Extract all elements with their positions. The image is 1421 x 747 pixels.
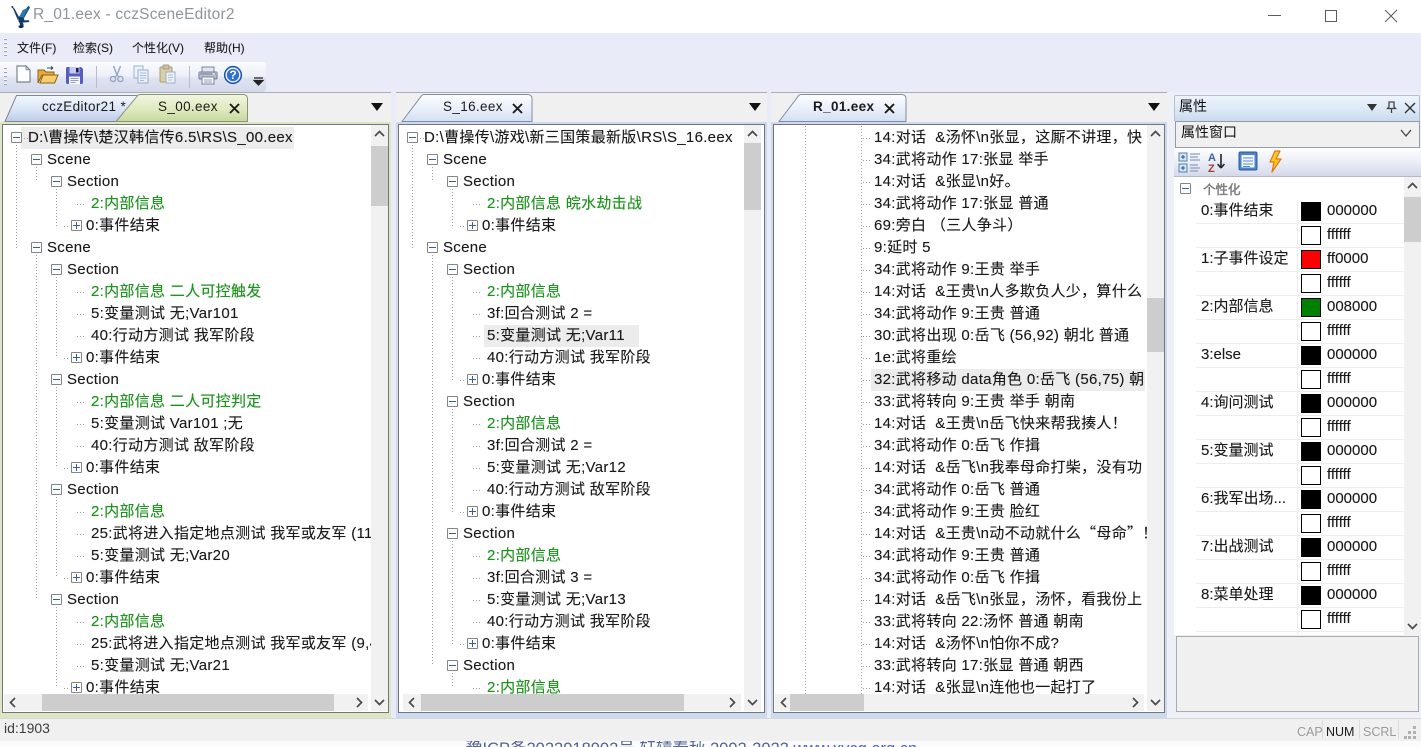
svg-text:Z: Z — [1208, 163, 1215, 175]
svg-text:?: ? — [229, 68, 236, 82]
